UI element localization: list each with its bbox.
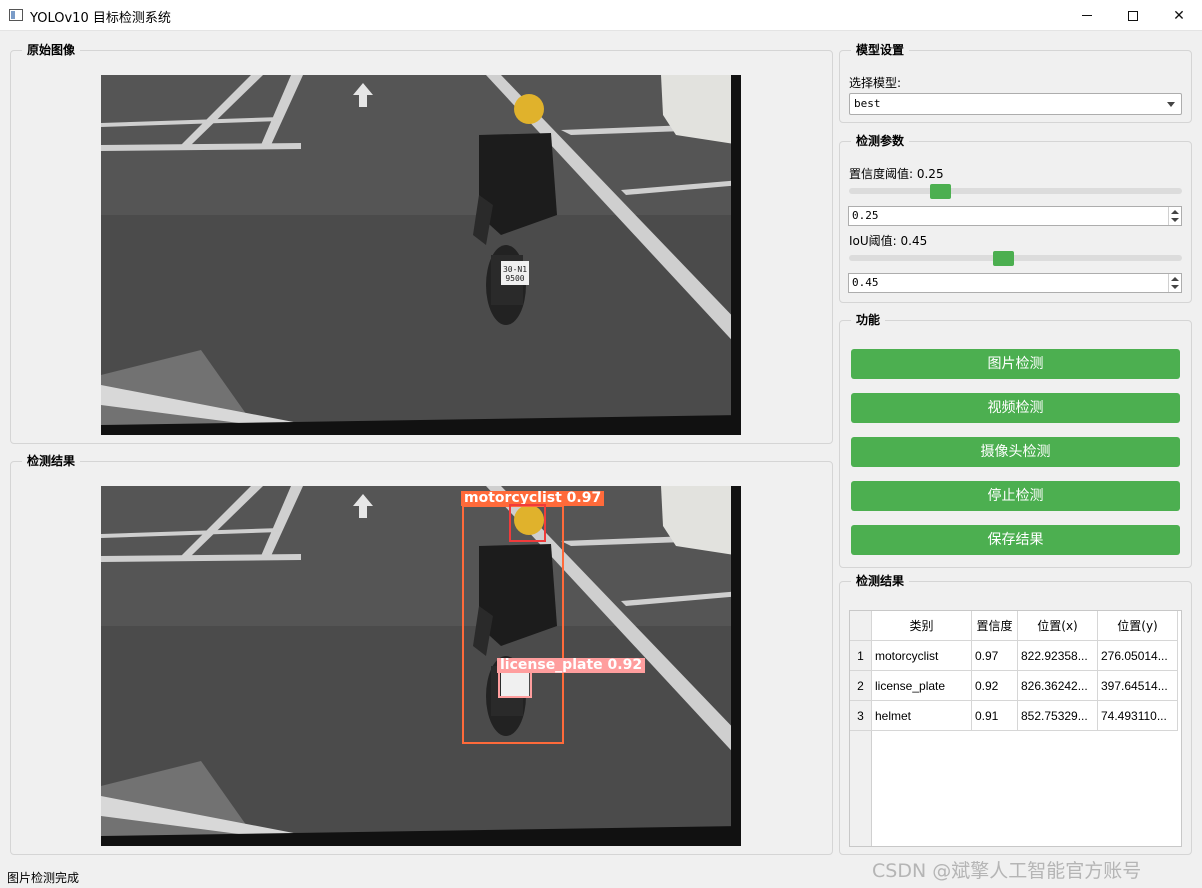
row-header[interactable]: 1 xyxy=(850,641,872,671)
arrow-up-icon[interactable] xyxy=(1171,210,1179,214)
maximize-button[interactable] xyxy=(1110,0,1156,31)
plate-text-1: 30-N1 xyxy=(503,265,527,274)
table-cell-x[interactable]: 826.36242... xyxy=(1018,671,1098,701)
iou-spinbox-value: 0.45 xyxy=(852,276,879,289)
chevron-down-icon xyxy=(1167,102,1175,107)
model-select[interactable]: best xyxy=(849,93,1182,115)
functions-title: 功能 xyxy=(851,312,886,328)
row-header[interactable]: 2 xyxy=(850,671,872,701)
title-bar: YOLOv10 目标检测系统 ✕ xyxy=(0,0,1202,31)
close-icon: ✕ xyxy=(1173,7,1185,24)
iou-label: IoU阈值: 0.45 xyxy=(849,234,928,248)
original-image: 30-N1 9500 xyxy=(101,75,741,435)
arrow-up-icon[interactable] xyxy=(1171,277,1179,281)
table-cell-class[interactable]: motorcyclist xyxy=(872,641,972,671)
model-select-value: best xyxy=(854,97,881,110)
minimize-icon xyxy=(1082,15,1092,16)
status-bar: 图片检测完成 xyxy=(7,871,80,885)
iou-slider-handle[interactable] xyxy=(992,251,1014,266)
confidence-spinbox[interactable]: 0.25 xyxy=(848,206,1182,226)
table-cell-confidence[interactable]: 0.91 xyxy=(972,701,1018,731)
table-cell-confidence[interactable]: 0.97 xyxy=(972,641,1018,671)
minimize-button[interactable] xyxy=(1064,0,1110,31)
iou-spinbox[interactable]: 0.45 xyxy=(848,273,1182,293)
table-cell-y[interactable]: 276.05014... xyxy=(1098,641,1178,671)
close-button[interactable]: ✕ xyxy=(1156,0,1202,31)
table-cell-x[interactable]: 852.75329... xyxy=(1018,701,1098,731)
app-icon xyxy=(9,9,23,21)
table-cell-confidence[interactable]: 0.92 xyxy=(972,671,1018,701)
license-plate-label: license_plate 0.92 xyxy=(497,658,646,673)
confidence-label: 置信度阈值: 0.25 xyxy=(849,167,944,181)
iou-slider[interactable] xyxy=(849,255,1182,261)
watermark: CSDN @斌擎人工智能官方账号 xyxy=(872,860,1142,882)
original-scene: 30-N1 9500 xyxy=(101,75,741,435)
image-detect-button[interactable]: 图片检测 xyxy=(851,349,1180,379)
video-detect-button[interactable]: 视频检测 xyxy=(851,393,1180,423)
detection-params-title: 检测参数 xyxy=(851,133,910,149)
row-header[interactable]: 3 xyxy=(850,701,872,731)
table-cell-x[interactable]: 822.92358... xyxy=(1018,641,1098,671)
confidence-spinbox-value: 0.25 xyxy=(852,209,879,222)
arrow-down-icon[interactable] xyxy=(1171,285,1179,289)
confidence-slider-handle[interactable] xyxy=(930,184,952,199)
confidence-stepper[interactable] xyxy=(1168,207,1181,225)
model-settings-title: 模型设置 xyxy=(851,42,910,58)
results-table-title: 检测结果 xyxy=(851,573,910,589)
results-table[interactable]: 类别 置信度 位置(x) 位置(y) 1 motorcyclist 0.97 8… xyxy=(849,610,1182,847)
table-corner[interactable] xyxy=(850,611,872,641)
camera-detect-button[interactable]: 摄像头检测 xyxy=(851,437,1180,467)
maximize-icon xyxy=(1128,10,1138,21)
table-cell-y[interactable]: 74.493110... xyxy=(1098,701,1178,731)
confidence-slider[interactable] xyxy=(849,188,1182,194)
license-plate-box xyxy=(498,671,532,698)
helmet-box xyxy=(509,504,546,542)
iou-stepper[interactable] xyxy=(1168,274,1181,292)
stop-detect-button[interactable]: 停止检测 xyxy=(851,481,1180,511)
result-image: motorcyclist 0.97 license_plate 0.92 xyxy=(101,486,741,846)
table-cell-y[interactable]: 397.64514... xyxy=(1098,671,1178,701)
save-result-button[interactable]: 保存结果 xyxy=(851,525,1180,555)
window-title: YOLOv10 目标检测系统 xyxy=(30,11,171,26)
select-model-label: 选择模型: xyxy=(849,76,902,90)
column-header-y[interactable]: 位置(y) xyxy=(1098,611,1178,641)
table-cell-class[interactable]: license_plate xyxy=(872,671,972,701)
column-header-x[interactable]: 位置(x) xyxy=(1018,611,1098,641)
result-image-title: 检测结果 xyxy=(22,453,81,469)
plate-text-2: 9500 xyxy=(505,274,524,283)
arrow-down-icon[interactable] xyxy=(1171,218,1179,222)
table-cell-class[interactable]: helmet xyxy=(872,701,972,731)
column-header-confidence[interactable]: 置信度 xyxy=(972,611,1018,641)
original-image-title: 原始图像 xyxy=(22,42,81,58)
column-header-class[interactable]: 类别 xyxy=(872,611,972,641)
